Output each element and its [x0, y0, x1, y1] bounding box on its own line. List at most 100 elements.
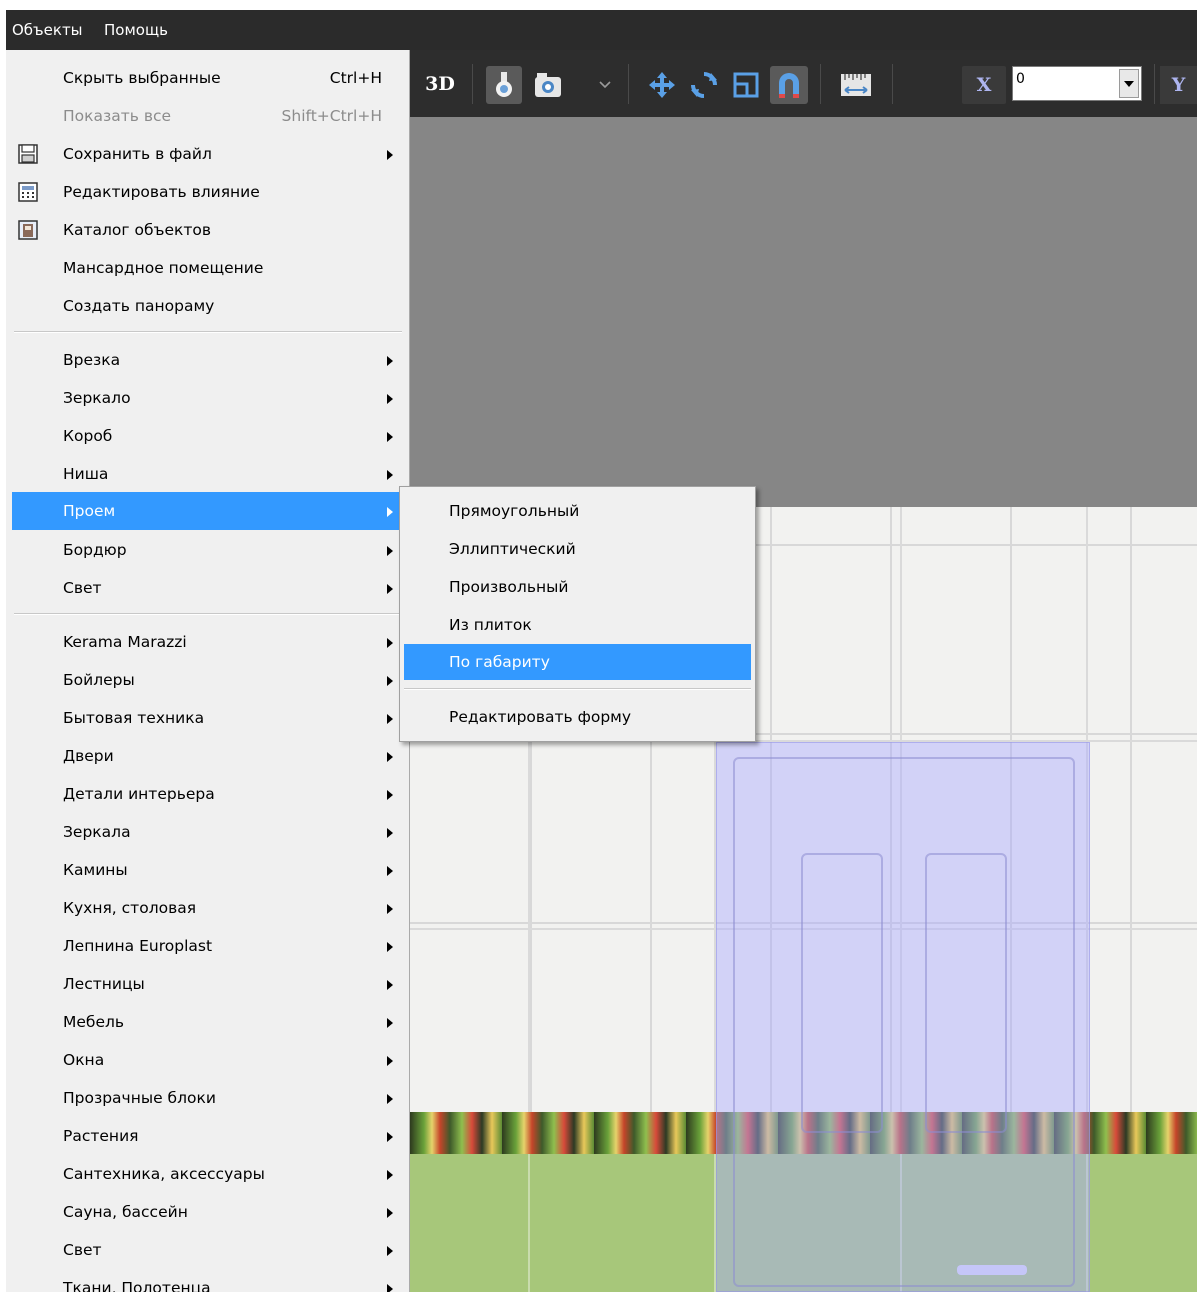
x-coord-button[interactable]: X [962, 66, 1006, 104]
objects-menu: Скрыть выбранные Ctrl+H Показать все Shi… [6, 50, 410, 1292]
y-coord-button[interactable]: Y [1160, 66, 1197, 104]
tile-seam [528, 1154, 530, 1292]
calculator-icon [18, 182, 38, 202]
toolbar-separator [820, 64, 821, 104]
submenu-arrow-icon [387, 1284, 393, 1292]
menu-item-show-all[interactable]: Показать все Shift+Ctrl+H [12, 98, 404, 134]
selected-door[interactable] [716, 742, 1090, 1292]
x-label: X [976, 74, 992, 96]
camera-icon [535, 73, 561, 97]
submenu-item-label: По габариту [449, 653, 550, 671]
menu-item-europlast-moulding[interactable]: Лепнина Europlast [12, 928, 404, 964]
menu-item-label: Двери [63, 747, 114, 765]
door-handle [957, 1265, 1027, 1275]
menu-item-hide-selected[interactable]: Скрыть выбранные Ctrl+H [12, 60, 404, 96]
menu-separator [14, 613, 402, 615]
menu-help[interactable]: Помощь [104, 20, 168, 40]
menu-item-plumbing[interactable]: Сантехника, аксессуары [12, 1156, 404, 1192]
lamp-icon [496, 72, 512, 97]
menu-item-sauna-pool[interactable]: Сауна, бассейн [12, 1194, 404, 1230]
menu-item-label: Создать панораму [63, 297, 215, 315]
menu-item-label: Врезка [63, 351, 121, 369]
submenu-arrow-icon [387, 356, 393, 366]
toolbar-separator [1154, 64, 1155, 104]
camera-dropdown-arrow[interactable] [598, 78, 612, 92]
scale-icon [733, 72, 759, 98]
submenu-arrow-icon [387, 394, 393, 404]
submenu-item-edit-shape[interactable]: Редактировать форму [404, 699, 751, 735]
magnet-button[interactable] [770, 66, 808, 104]
menu-item-edit-influence[interactable]: Редактировать влияние [12, 174, 404, 210]
menu-item-opening[interactable]: Проем [12, 492, 404, 530]
submenu-arrow-icon [387, 904, 393, 914]
menu-item-mirror[interactable]: Зеркало [12, 380, 404, 416]
door-panel-left [801, 853, 883, 1133]
menu-item-lighting[interactable]: Свет [12, 1232, 404, 1268]
x-dropdown-button[interactable] [1119, 69, 1139, 98]
submenu-item-rectangular[interactable]: Прямоугольный [404, 493, 751, 529]
menu-item-kitchen[interactable]: Кухня, столовая [12, 890, 404, 926]
menu-item-boilers[interactable]: Бойлеры [12, 662, 404, 698]
menu-item-attic-room[interactable]: Мансардное помещение [12, 250, 404, 286]
catalog-icon [18, 220, 38, 240]
menu-item-label: Лестницы [63, 975, 145, 993]
menu-item-label: Скрыть выбранные [63, 69, 221, 87]
menu-item-appliances[interactable]: Бытовая техника [12, 700, 404, 736]
menu-item-label: Прозрачные блоки [63, 1089, 216, 1107]
door-panel-right [925, 853, 1007, 1133]
submenu-item-elliptical[interactable]: Эллиптический [404, 531, 751, 567]
rotate-icon [691, 72, 717, 98]
door-frame [733, 757, 1075, 1287]
scale-button[interactable] [728, 66, 764, 104]
menu-item-label: Мебель [63, 1013, 125, 1031]
menu-item-furniture[interactable]: Мебель [12, 1004, 404, 1040]
menu-item-label: Свет [63, 1241, 102, 1259]
menu-item-interior-details[interactable]: Детали интерьера [12, 776, 404, 812]
menu-item-border[interactable]: Бордюр [12, 532, 404, 568]
menu-item-label: Сауна, бассейн [63, 1203, 188, 1221]
menu-item-label: Kerama Marazzi [63, 633, 187, 651]
menu-item-label: Мансардное помещение [63, 259, 264, 277]
submenu-arrow-icon [387, 942, 393, 952]
menu-item-box[interactable]: Короб [12, 418, 404, 454]
menu-item-doors[interactable]: Двери [12, 738, 404, 774]
submenu-arrow-icon [387, 866, 393, 876]
ruler-button[interactable] [836, 66, 876, 104]
menu-item-textiles[interactable]: Ткани, Полотенца [12, 1270, 404, 1292]
menu-item-create-panorama[interactable]: Создать панораму [12, 288, 404, 324]
submenu-item-freeform[interactable]: Произвольный [404, 569, 751, 605]
menu-item-niche[interactable]: Ниша [12, 456, 404, 492]
view-3d-button[interactable]: 3D [420, 70, 460, 98]
rotate-button[interactable] [686, 66, 722, 104]
submenu-arrow-icon [387, 470, 393, 480]
submenu-item-from-tiles[interactable]: Из плиток [404, 607, 751, 643]
menu-item-shortcut: Shift+Ctrl+H [281, 107, 382, 125]
menu-item-light[interactable]: Свет [12, 570, 404, 606]
menu-item-label: Свет [63, 579, 102, 597]
menu-item-plants[interactable]: Растения [12, 1118, 404, 1154]
y-label: Y [1171, 74, 1186, 96]
submenu-item-by-dimensions[interactable]: По габариту [404, 644, 751, 680]
menu-item-stairs[interactable]: Лестницы [12, 966, 404, 1002]
camera-button[interactable] [528, 66, 568, 104]
menu-item-label: Зеркало [63, 389, 131, 407]
submenu-arrow-icon [387, 507, 393, 517]
submenu-item-label: Прямоугольный [449, 502, 580, 520]
menu-item-glass-blocks[interactable]: Прозрачные блоки [12, 1080, 404, 1116]
submenu-arrow-icon [387, 546, 393, 556]
submenu-arrow-icon [387, 828, 393, 838]
menu-objects[interactable]: Объекты [12, 20, 83, 40]
menu-item-windows[interactable]: Окна [12, 1042, 404, 1078]
ceiling-area [410, 117, 1197, 507]
menu-item-mirrors[interactable]: Зеркала [12, 814, 404, 850]
menu-item-fireplaces[interactable]: Камины [12, 852, 404, 888]
menu-item-kerama-marazzi[interactable]: Kerama Marazzi [12, 624, 404, 660]
menubar: Объекты Помощь [6, 10, 1197, 50]
menu-item-cutout[interactable]: Врезка [12, 342, 404, 378]
submenu-arrow-icon [387, 790, 393, 800]
move-button[interactable] [644, 66, 680, 104]
x-coord-input[interactable]: 0 [1012, 66, 1142, 101]
menu-item-object-catalog[interactable]: Каталог объектов [12, 212, 404, 248]
lamp-button[interactable] [486, 66, 522, 104]
menu-item-save-to-file[interactable]: Сохранить в файл [12, 136, 404, 172]
